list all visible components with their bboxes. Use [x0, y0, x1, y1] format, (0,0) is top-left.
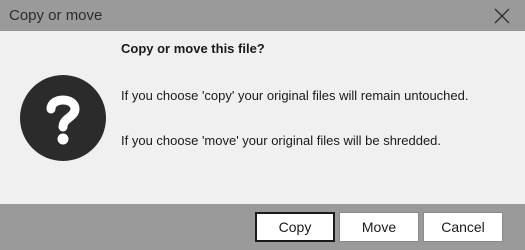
- close-button[interactable]: [479, 0, 525, 31]
- message-move-info: If you choose 'move' your original files…: [121, 133, 442, 148]
- copy-button[interactable]: Copy: [255, 212, 335, 242]
- move-button[interactable]: Move: [339, 212, 419, 242]
- close-icon: [494, 8, 510, 23]
- title-bar: Copy or move: [0, 0, 525, 31]
- window-title: Copy or move: [9, 7, 103, 24]
- message-heading: Copy or move this file?: [121, 41, 265, 56]
- dialog-content: Copy or move this file? If you choose 'c…: [0, 31, 525, 204]
- question-icon: [20, 75, 106, 161]
- button-bar: Copy Move Cancel: [0, 204, 525, 250]
- cancel-button[interactable]: Cancel: [423, 212, 503, 242]
- copy-move-dialog: Copy or move Copy or move this file? If …: [0, 0, 525, 250]
- message-copy-info: If you choose 'copy' your original files…: [121, 88, 469, 103]
